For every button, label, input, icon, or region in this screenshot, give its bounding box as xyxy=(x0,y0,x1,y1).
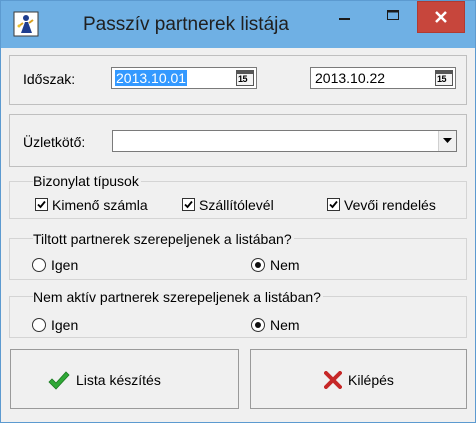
maximize-icon xyxy=(387,10,399,20)
calendar-icon: 15 xyxy=(238,74,248,84)
end-date-value: 2013.10.22 xyxy=(315,70,386,86)
minimize-button[interactable] xyxy=(323,1,367,33)
start-date-value: 2013.10.01 xyxy=(115,70,188,86)
banned-yes-radio[interactable] xyxy=(32,258,46,272)
customer-order-checkbox[interactable] xyxy=(327,198,340,211)
banned-yes-label[interactable]: Igen xyxy=(51,257,78,273)
radio-selected-dot xyxy=(255,322,261,328)
dialog-window: Passzív partnerek listája Időszak: 2013.… xyxy=(0,0,476,423)
inactive-partners-question: Nem aktív partnerek szerepeljenek a list… xyxy=(33,289,323,305)
inactive-no-label[interactable]: Nem xyxy=(270,317,300,333)
maximize-button[interactable] xyxy=(371,1,415,33)
close-icon xyxy=(435,11,447,23)
window-title: Passzív partnerek listája xyxy=(83,14,289,35)
end-date-field[interactable]: 2013.10.22 15 xyxy=(310,67,456,89)
title-bar[interactable]: Passzív partnerek listája xyxy=(1,1,475,48)
checkmark-icon xyxy=(184,200,193,209)
document-types-title: Bizonylat típusok xyxy=(33,173,141,189)
agent-combobox[interactable] xyxy=(112,130,457,152)
calendar-icon: 15 xyxy=(437,74,447,84)
close-button[interactable] xyxy=(417,1,465,33)
checkmark-icon xyxy=(329,200,338,209)
inactive-no-radio[interactable] xyxy=(251,318,265,332)
inactive-yes-label[interactable]: Igen xyxy=(51,317,78,333)
app-icon xyxy=(13,11,39,37)
close-icon xyxy=(324,371,342,389)
exit-label: Kilépés xyxy=(348,372,394,388)
chevron-down-icon xyxy=(443,138,452,143)
outgoing-invoice-label[interactable]: Kimenő számla xyxy=(52,197,148,213)
inactive-yes-radio[interactable] xyxy=(32,318,46,332)
banned-partners-question: Tiltott partnerek szerepeljenek a listáb… xyxy=(33,231,294,247)
minimize-icon xyxy=(339,18,350,20)
delivery-note-checkbox[interactable] xyxy=(182,198,195,211)
agent-label: Üzletkötő: xyxy=(23,134,86,150)
end-calendar-button[interactable]: 15 xyxy=(435,70,453,86)
exit-button[interactable]: Kilépés xyxy=(250,349,467,409)
outgoing-invoice-checkbox[interactable] xyxy=(35,198,48,211)
banned-no-label[interactable]: Nem xyxy=(270,257,300,273)
delivery-note-label[interactable]: Szállítólevél xyxy=(199,197,274,213)
start-calendar-button[interactable]: 15 xyxy=(236,70,254,86)
checkmark-icon xyxy=(37,200,46,209)
create-list-button[interactable]: Lista készítés xyxy=(10,349,239,409)
agent-dropdown-button[interactable] xyxy=(438,131,456,151)
create-list-label: Lista készítés xyxy=(76,372,161,388)
period-label: Időszak: xyxy=(23,71,76,87)
banned-no-radio[interactable] xyxy=(251,258,265,272)
start-date-field[interactable]: 2013.10.01 15 xyxy=(111,67,257,89)
customer-order-label[interactable]: Vevői rendelés xyxy=(344,197,436,213)
checkmark-icon xyxy=(48,371,70,390)
radio-selected-dot xyxy=(255,262,261,268)
